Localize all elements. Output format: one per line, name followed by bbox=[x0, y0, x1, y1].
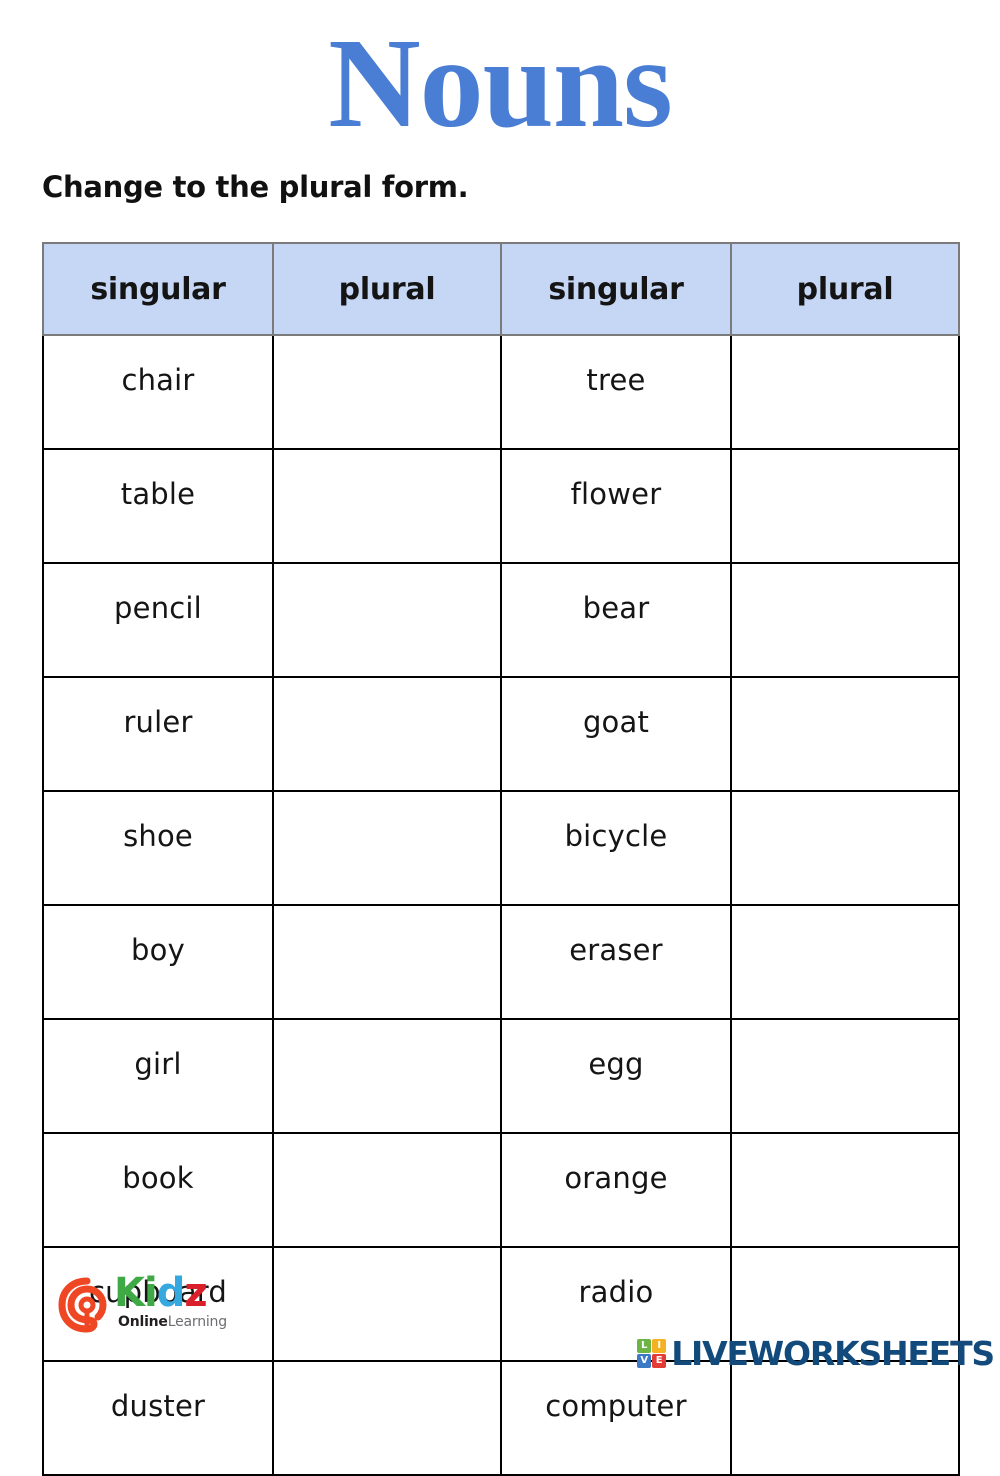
lws-tile-e: E bbox=[652, 1353, 667, 1368]
worksheet-page: Nouns Change to the plural form. singula… bbox=[0, 0, 1000, 1476]
cell-plural-left-answer[interactable] bbox=[272, 1018, 502, 1134]
cell-singular-left: table bbox=[42, 448, 274, 564]
table-row: book orange bbox=[42, 1132, 960, 1248]
cell-plural-right-answer[interactable] bbox=[730, 1018, 960, 1134]
cell-plural-right-answer[interactable] bbox=[730, 676, 960, 792]
column-header-singular-left: singular bbox=[42, 242, 274, 336]
cell-singular-right: flower bbox=[500, 448, 732, 564]
table-row: pencil bear bbox=[42, 562, 960, 678]
kidz-tagline-learning: Learning bbox=[167, 1314, 227, 1330]
page-title: Nouns bbox=[328, 12, 673, 154]
table-row: chair tree bbox=[42, 334, 960, 450]
cell-plural-right-answer[interactable] bbox=[730, 1360, 960, 1476]
liveworksheets-tiles-icon: L I V E bbox=[637, 1338, 667, 1368]
cell-singular-right: orange bbox=[500, 1132, 732, 1248]
cell-singular-right: computer bbox=[500, 1360, 732, 1476]
column-header-plural-left: plural bbox=[272, 242, 502, 336]
cell-plural-right-answer[interactable] bbox=[730, 562, 960, 678]
cell-plural-left-answer[interactable] bbox=[272, 790, 502, 906]
cell-singular-left: book bbox=[42, 1132, 274, 1248]
cell-plural-left-answer[interactable] bbox=[272, 1360, 502, 1476]
table-row: girl egg bbox=[42, 1018, 960, 1134]
cell-singular-right: eraser bbox=[500, 904, 732, 1020]
cell-plural-left-answer[interactable] bbox=[272, 1246, 502, 1362]
lws-tile-i: I bbox=[652, 1338, 667, 1353]
cell-singular-right: tree bbox=[500, 334, 732, 450]
column-header-plural-right: plural bbox=[730, 242, 960, 336]
cell-singular-left: shoe bbox=[42, 790, 274, 906]
kidz-letter-k: K bbox=[114, 1270, 145, 1316]
table-row: boy eraser bbox=[42, 904, 960, 1020]
cell-singular-right: goat bbox=[500, 676, 732, 792]
cell-plural-left-answer[interactable] bbox=[272, 1132, 502, 1248]
kidz-tagline: OnlineLearning bbox=[118, 1314, 227, 1330]
cell-singular-left: ruler bbox=[42, 676, 274, 792]
table-row: ruler goat bbox=[42, 676, 960, 792]
cell-plural-left-answer[interactable] bbox=[272, 334, 502, 450]
kidz-wordmark: Kidz bbox=[114, 1270, 208, 1316]
cell-plural-left-answer[interactable] bbox=[272, 904, 502, 1020]
cell-singular-right: bicycle bbox=[500, 790, 732, 906]
cell-plural-right-answer[interactable] bbox=[730, 334, 960, 450]
cell-singular-right: egg bbox=[500, 1018, 732, 1134]
liveworksheets-logo: L I V E LIVEWORKSHEETS bbox=[637, 1333, 995, 1373]
cell-singular-right: bear bbox=[500, 562, 732, 678]
cell-plural-left-answer[interactable] bbox=[272, 676, 502, 792]
kidz-letter-d: d bbox=[156, 1270, 186, 1316]
kidz-online-learning-logo: Kidz OnlineLearning bbox=[58, 1270, 227, 1340]
cell-singular-left: chair bbox=[42, 334, 274, 450]
cell-plural-left-answer[interactable] bbox=[272, 562, 502, 678]
table-row: duster computer bbox=[42, 1360, 960, 1476]
table-row: shoe bicycle bbox=[42, 790, 960, 906]
instruction-text: Change to the plural form. bbox=[42, 170, 469, 204]
cell-singular-left: duster bbox=[42, 1360, 274, 1476]
kidz-letter-z: z bbox=[184, 1270, 207, 1316]
cell-plural-right-answer[interactable] bbox=[730, 448, 960, 564]
table-row: table flower bbox=[42, 448, 960, 564]
kidz-letter-i: i bbox=[144, 1270, 158, 1316]
table-header-row: singular plural singular plural bbox=[42, 242, 960, 336]
cell-plural-right-answer[interactable] bbox=[730, 904, 960, 1020]
lws-tile-v: V bbox=[637, 1353, 652, 1368]
kidz-q-swirl-icon bbox=[58, 1277, 107, 1333]
cell-singular-left: boy bbox=[42, 904, 274, 1020]
cell-plural-left-answer[interactable] bbox=[272, 448, 502, 564]
cell-plural-right-answer[interactable] bbox=[730, 1132, 960, 1248]
cell-singular-left: pencil bbox=[42, 562, 274, 678]
cell-singular-left: girl bbox=[42, 1018, 274, 1134]
liveworksheets-wordmark: LIVEWORKSHEETS bbox=[671, 1333, 995, 1373]
lws-tile-l: L bbox=[637, 1338, 652, 1353]
column-header-singular-right: singular bbox=[500, 242, 732, 336]
cell-plural-right-answer[interactable] bbox=[730, 790, 960, 906]
kidz-tagline-online: Online bbox=[118, 1314, 168, 1330]
